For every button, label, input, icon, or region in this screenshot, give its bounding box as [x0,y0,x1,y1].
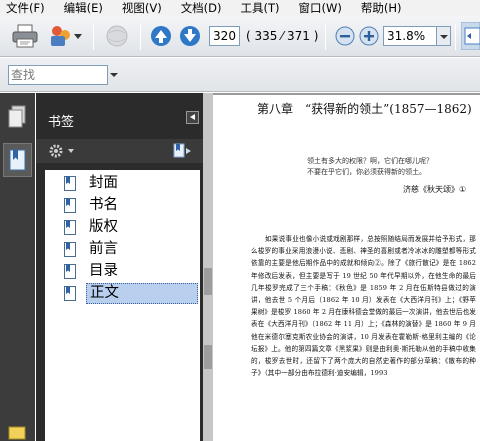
menu-document[interactable]: 文档(D) [175,0,222,16]
pages-icon[interactable] [3,101,32,135]
bookmark-item[interactable]: 版权 [52,216,121,238]
menu-file[interactable]: 文件(F) [0,0,45,16]
bookmark-icon [64,263,76,279]
next-page-icon[interactable] [179,25,201,47]
bookmark-item[interactable]: 前言 [52,238,121,260]
panel-splitter-handle[interactable] [204,268,212,295]
epigraph-source: 济慈《秋天颂》① [403,185,467,194]
expand-bookmark-icon[interactable] [172,142,194,160]
toolbar-separator [93,24,94,50]
page-number-input[interactable]: 320 [209,26,240,46]
web-icon [106,25,128,47]
epigraph-line: 不要在乎它们，你必须获得新的领土。 [307,168,426,176]
epigraph-line: 领土有多大的权限？啊，它们在哪儿呢？ [307,157,433,165]
toolbar-separator [140,24,141,50]
bookmark-label: 封面 [89,174,118,191]
bookmark-label: 版权 [89,218,118,235]
zoom-dropdown-icon[interactable] [437,26,451,46]
menu-help[interactable]: 帮助(H) [355,0,402,16]
bookmark-label: 正文 [86,282,198,304]
bookmark-icon [64,197,76,213]
menu-tools[interactable]: 工具(T) [235,0,280,16]
collapse-panel-icon[interactable] [186,111,199,124]
zoom-out-icon[interactable] [335,26,355,46]
bookmark-icon [64,175,76,191]
body-text: 如果说事业也像小说或戏剧那样，总按照随结局而发展并给予形式，那么梭罗的事业采用浪… [251,233,476,379]
collaborate-icon[interactable] [48,24,72,48]
print-icon[interactable] [12,24,38,48]
panel-splitter-handle[interactable] [204,345,212,369]
bookmark-item-selected[interactable]: 正文 [52,282,198,304]
bookmark-icon [64,219,76,235]
menu-view[interactable]: 视图(V) [116,0,162,16]
toolbar-separator [455,24,456,50]
bookmark-label: 目录 [89,262,118,279]
toolbar: 320 ( 335 ⁄ 371 ) 31.8% [0,16,480,57]
find-dropdown-icon[interactable] [108,65,120,85]
bookmark-icon [64,241,76,257]
menu-bar: 文件(F) 编辑(E) 视图(V) 文档(D) 工具(T) 窗口(W) 帮助(H… [0,0,480,16]
menu-edit[interactable]: 编辑(E) [58,0,103,16]
bookmark-icon [64,285,76,301]
panel-scrollbar[interactable] [203,93,213,441]
collaborate-dropdown-icon[interactable] [74,34,82,40]
navigation-strip [0,93,35,441]
fit-width-icon[interactable] [461,22,480,50]
bookmark-label: 前言 [89,240,118,257]
find-toolbar: 查找 [0,58,480,92]
options-gear-icon[interactable] [48,143,68,159]
bookmark-item[interactable]: 封面 [52,172,121,194]
toolbar-separator [325,24,326,50]
zoom-level-input[interactable]: 31.8% [383,26,437,46]
menu-window[interactable]: 窗口(W) [293,0,342,16]
zoom-in-icon[interactable] [359,26,379,46]
panel-toolbar [36,139,203,163]
chapter-title: 第八章 “获得新的领土”(1857—1862) [257,102,472,116]
bookmark-item[interactable]: 目录 [52,260,121,282]
body-paragraph: 如果说事业也像小说或戏剧那样，总按照随结局而发展并给予形式，那么梭罗的事业采用浪… [251,235,476,378]
page-border [213,93,480,95]
bookmark-label: 书名 [89,196,118,213]
find-input[interactable]: 查找 [8,65,108,85]
previous-page-icon[interactable] [150,25,172,47]
page-count: ( 335 ⁄ 371 ) [246,29,319,43]
options-dropdown-icon[interactable] [68,149,74,153]
bookmark-item[interactable]: 书名 [52,194,121,216]
document-page: 第八章 “获得新的领土”(1857—1862) 领土有多大的权限？啊，它们在哪儿… [213,93,480,441]
bookmarks-tab[interactable] [3,143,32,177]
panel-title: 书签 [48,115,75,130]
comments-icon[interactable] [3,421,32,441]
bookmarks-icon [9,149,26,171]
